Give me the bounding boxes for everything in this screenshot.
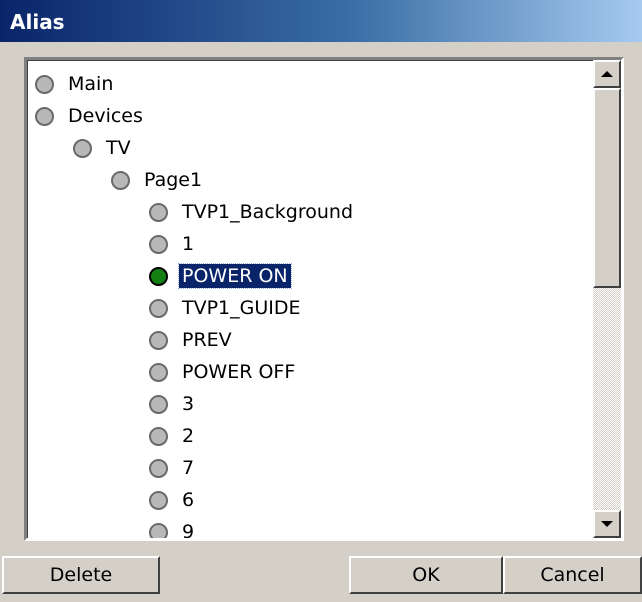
- circle-node-icon: [35, 106, 54, 126]
- tree-item[interactable]: Main: [35, 68, 116, 100]
- tree-item[interactable]: 7: [149, 452, 197, 484]
- arrow-up-icon: [601, 71, 613, 77]
- tree-item[interactable]: 6: [149, 484, 197, 516]
- tree-item[interactable]: 9: [149, 516, 197, 538]
- circle-node-icon: [149, 266, 168, 286]
- circle-node-icon: [73, 138, 92, 158]
- vertical-scrollbar[interactable]: [593, 60, 621, 538]
- tree-item[interactable]: POWER OFF: [149, 356, 298, 388]
- tree-item-label: Page1: [144, 169, 203, 191]
- tree-item-label: 7: [182, 457, 195, 479]
- tree-item-label: TVP1_GUIDE: [182, 297, 301, 319]
- tree-item[interactable]: 1: [149, 228, 197, 260]
- tree-item-label: 9: [182, 521, 195, 538]
- tree-item-label: 2: [182, 425, 195, 447]
- tree-item[interactable]: TVP1_GUIDE: [149, 292, 304, 324]
- tree-item[interactable]: TVP1_Background: [149, 196, 356, 228]
- circle-node-icon: [149, 330, 168, 350]
- circle-node-icon: [149, 202, 168, 222]
- scroll-down-button[interactable]: [593, 510, 621, 538]
- tree-item-label: 6: [182, 489, 195, 511]
- tree-item-label: TV: [106, 137, 131, 159]
- ok-button[interactable]: OK: [349, 556, 503, 594]
- tree-item-label: PREV: [182, 329, 232, 351]
- tree-item-label: Devices: [68, 105, 143, 127]
- tree-item[interactable]: POWER ON: [149, 260, 292, 292]
- tree-item-label: POWER OFF: [182, 361, 296, 383]
- circle-node-icon: [149, 394, 168, 414]
- tree-item-label: POWER ON: [178, 263, 292, 289]
- tree-item[interactable]: 3: [149, 388, 197, 420]
- tree-item[interactable]: 2: [149, 420, 197, 452]
- tree-item-label: TVP1_Background: [182, 201, 353, 223]
- tree-item[interactable]: TV: [73, 132, 134, 164]
- circle-node-icon: [149, 234, 168, 254]
- tree-item[interactable]: Page1: [111, 164, 205, 196]
- circle-node-icon: [149, 490, 168, 510]
- tree-item-label: 1: [182, 233, 195, 255]
- circle-node-icon: [111, 170, 130, 190]
- circle-node-icon: [149, 426, 168, 446]
- cancel-button[interactable]: Cancel: [503, 556, 642, 594]
- scroll-up-button[interactable]: [593, 60, 621, 88]
- circle-node-icon: [149, 298, 168, 318]
- circle-node-icon: [149, 458, 168, 478]
- delete-button[interactable]: Delete: [2, 556, 160, 594]
- circle-node-icon: [35, 74, 54, 94]
- circle-node-icon: [149, 362, 168, 382]
- tree-item-label: Main: [68, 73, 114, 95]
- tree-items: Main Devices TV Page1 TVP1_Background 1 POWER …: [27, 60, 593, 538]
- alias-tree[interactable]: Main Devices TV Page1 TVP1_Background 1 POWER …: [24, 57, 624, 541]
- tree-item[interactable]: Devices: [35, 100, 146, 132]
- title-bar: Alias: [0, 0, 642, 42]
- circle-node-icon: [149, 522, 168, 538]
- tree-item[interactable]: PREV: [149, 324, 235, 356]
- arrow-down-icon: [601, 521, 613, 527]
- tree-item-label: 3: [182, 393, 195, 415]
- window-title: Alias: [10, 10, 65, 34]
- scroll-thumb[interactable]: [593, 88, 621, 288]
